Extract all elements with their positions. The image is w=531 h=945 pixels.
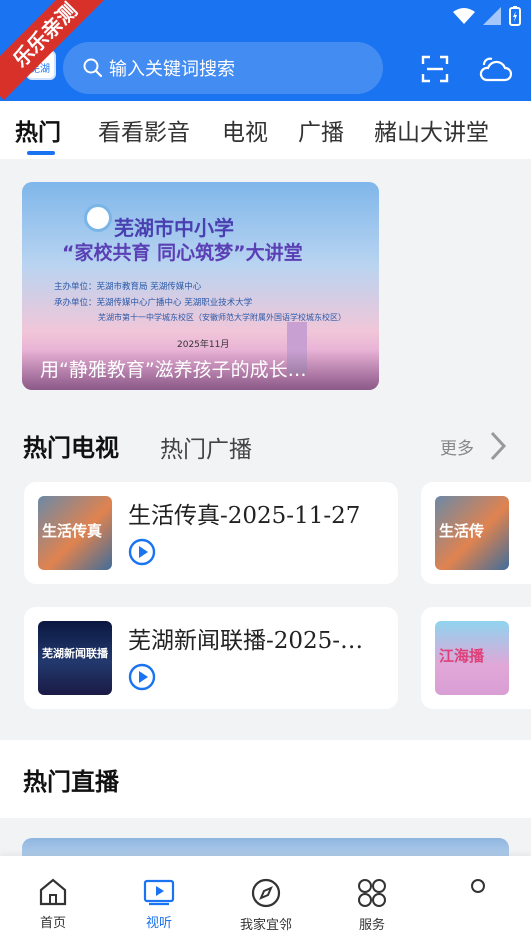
tab-tv[interactable]: 电视 (222, 113, 268, 147)
video-title: 芜湖新闻联播-2025-… (128, 628, 364, 654)
nav-home-label: 首页 (39, 916, 66, 931)
nav-media-label: 视听 (145, 916, 172, 931)
hot-live-section: 热门直播 (0, 740, 531, 818)
video-card-peek[interactable]: 江海播 (421, 607, 531, 709)
weather-icon[interactable] (478, 55, 512, 83)
search-placeholder: 输入关键词搜索 (109, 59, 235, 80)
nav-services[interactable]: 服务 (332, 878, 412, 933)
banner-title-line1: 芜湖市中小学 (114, 216, 234, 240)
home-icon (39, 878, 67, 906)
thumbnail-label: 江海播 (439, 647, 485, 665)
compass-icon (251, 878, 281, 908)
play-icon[interactable] (128, 538, 156, 566)
status-icons (453, 6, 521, 26)
tab-hot-tv[interactable]: 热门电视 (23, 428, 119, 463)
banner-co-organizer: 芜湖市第十一中学城东校区（安徽师范大学附属外国语学校城东校区） (98, 313, 346, 322)
tab-lecture[interactable]: 赭山大讲堂 (374, 113, 489, 147)
video-card[interactable]: 芜湖新闻联播 芜湖新闻联播-2025-… (24, 607, 398, 709)
play-icon[interactable] (128, 663, 156, 691)
thumbnail-label: 生活传 (439, 522, 485, 540)
hot-section-header: 热门电视 热门广播 更多 (0, 428, 531, 468)
search-icon (83, 58, 103, 78)
nav-home[interactable]: 首页 (13, 878, 93, 931)
tab-radio[interactable]: 广播 (298, 113, 344, 147)
bottom-nav: 首页 视听 我家宜邻 服务 (0, 856, 531, 945)
tab-hot-radio[interactable]: 热门广播 (160, 430, 252, 464)
banner-caption-overlay: 用“静雅教育”滋养孩子的成长… (22, 350, 379, 390)
scan-icon[interactable] (421, 55, 449, 83)
thumbnail-label: 生活传真 (42, 522, 103, 540)
banner-organizer: 主办单位：芜湖市教育局 芜湖传媒中心 (54, 282, 202, 292)
banner-caption: 用“静雅教育”滋养孩子的成长… (40, 359, 307, 381)
thumbnail-label: 芜湖新闻联播 (42, 647, 108, 660)
video-card-peek[interactable]: 生活传 (421, 482, 531, 584)
hot-live-title: 热门直播 (23, 768, 119, 796)
battery-icon (509, 6, 521, 26)
nav-profile[interactable] (438, 878, 518, 894)
tab-video[interactable]: 看看影音 (98, 113, 190, 147)
video-thumbnail: 生活传 (435, 496, 509, 570)
nav-services-label: 服务 (358, 918, 385, 933)
video-thumbnail: 芜湖新闻联播 (38, 621, 112, 695)
video-card[interactable]: 生活传真 生活传真-2025-11-27 (24, 482, 398, 584)
active-tab-indicator (27, 151, 55, 155)
more-link[interactable]: 更多 (440, 434, 474, 459)
nav-neighborhood-label: 我家宜邻 (239, 918, 292, 933)
nav-media[interactable]: 视听 (119, 878, 199, 931)
wifi-icon (453, 8, 475, 24)
chevron-right-icon[interactable] (488, 430, 508, 462)
signal-icon (483, 7, 501, 25)
nav-neighborhood[interactable]: 我家宜邻 (226, 878, 306, 933)
video-thumbnail: 生活传真 (38, 496, 112, 570)
banner-title-line2: “家校共育 同心筑梦”大讲堂 (62, 242, 303, 264)
school-emblem (84, 204, 112, 232)
category-tabs: 热门 看看影音 电视 广播 赭山大讲堂 (0, 101, 531, 159)
banner-date: 2025年11月 (177, 340, 230, 350)
video-play-icon (143, 879, 175, 906)
grid-icon (358, 879, 386, 907)
banner-undertaker: 承办单位：芜湖传媒中心广播中心 芜湖职业技术大学 (54, 298, 253, 308)
profile-dot-icon (471, 879, 485, 893)
tab-hot[interactable]: 热门 (15, 113, 61, 147)
video-title: 生活传真-2025-11-27 (128, 503, 361, 529)
search-bar[interactable]: 输入关键词搜索 (63, 42, 383, 94)
video-thumbnail: 江海播 (435, 621, 509, 695)
banner-carousel[interactable]: 芜湖市中小学 “家校共育 同心筑梦”大讲堂 主办单位：芜湖市教育局 芜湖传媒中心… (22, 182, 379, 390)
